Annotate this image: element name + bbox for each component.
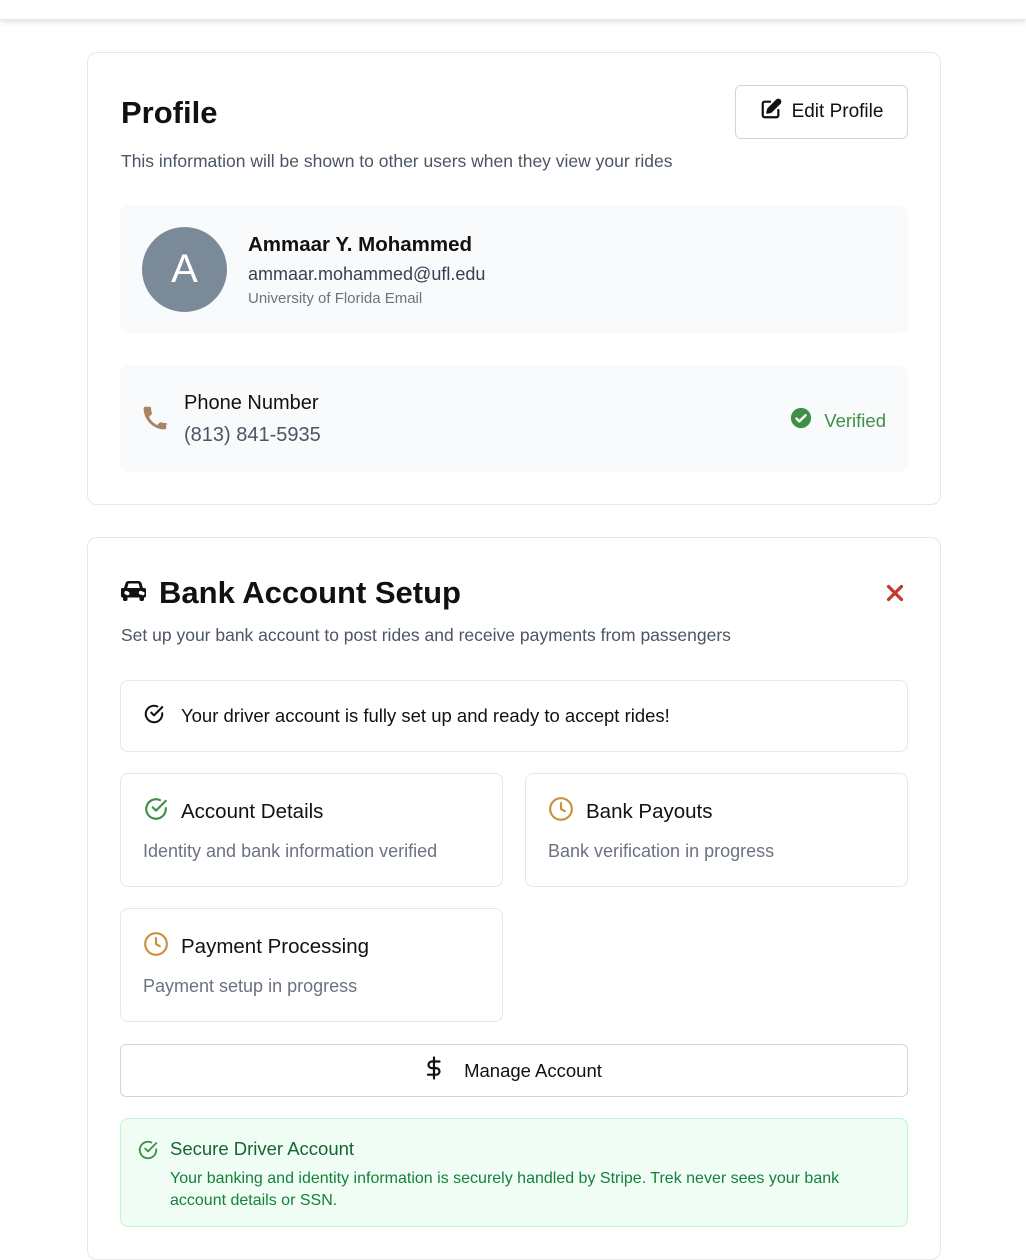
profile-card: Profile Edit Profile This information wi… bbox=[87, 52, 941, 505]
tile-title: Account Details bbox=[181, 800, 324, 823]
top-navigation-bar bbox=[0, 0, 1026, 20]
phone-label: Phone Number bbox=[184, 392, 319, 414]
secure-description: Your banking and identity information is… bbox=[170, 1170, 840, 1209]
user-email-label: University of Florida Email bbox=[248, 290, 423, 307]
check-circle-icon bbox=[790, 407, 812, 434]
user-email: ammaar.mohammed@ufl.edu bbox=[248, 264, 486, 284]
bank-title-row: Bank Account Setup bbox=[120, 575, 461, 611]
bank-payouts-tile: Bank Payouts Bank verification in progre… bbox=[525, 773, 908, 887]
edit-profile-button[interactable]: Edit Profile bbox=[735, 85, 908, 139]
bank-subtitle: Set up your bank account to post rides a… bbox=[121, 625, 731, 645]
profile-title: Profile bbox=[121, 95, 218, 130]
account-details-tile: Account Details Identity and bank inform… bbox=[120, 773, 503, 887]
check-circle-icon bbox=[143, 703, 165, 730]
account-ready-message: Your driver account is fully set up and … bbox=[181, 705, 670, 726]
tile-description: Identity and bank information verified bbox=[143, 841, 438, 861]
clock-icon bbox=[143, 931, 169, 963]
secure-account-notice: Secure Driver Account Your banking and i… bbox=[120, 1118, 908, 1227]
secure-title: Secure Driver Account bbox=[170, 1138, 355, 1159]
check-circle-icon bbox=[143, 796, 169, 828]
manage-account-button[interactable]: Manage Account bbox=[120, 1044, 908, 1097]
avatar: A bbox=[142, 227, 227, 312]
tile-description: Bank verification in progress bbox=[548, 841, 775, 861]
phone-icon bbox=[140, 403, 170, 438]
phone-value: (813) 841-5935 bbox=[184, 424, 321, 446]
verified-label: Verified bbox=[824, 409, 886, 431]
bank-account-card: Bank Account Setup Set up your bank acco… bbox=[87, 537, 941, 1260]
dollar-icon bbox=[426, 1056, 442, 1085]
verified-badge: Verified bbox=[790, 407, 886, 434]
phone-number-box: Phone Number (813) 841-5935 Verified bbox=[120, 365, 908, 472]
tile-title: Bank Payouts bbox=[586, 800, 713, 823]
payment-processing-tile: Payment Processing Payment setup in prog… bbox=[120, 908, 503, 1022]
account-ready-banner: Your driver account is fully set up and … bbox=[120, 680, 908, 752]
clock-icon bbox=[548, 796, 574, 828]
close-icon[interactable] bbox=[886, 584, 904, 607]
user-info-box: A Ammaar Y. Mohammed ammaar.mohammed@ufl… bbox=[120, 205, 908, 333]
tile-title: Payment Processing bbox=[181, 935, 370, 958]
tile-header: Account Details bbox=[143, 796, 323, 828]
edit-icon bbox=[760, 98, 782, 126]
check-circle-icon bbox=[137, 1139, 159, 1166]
car-icon bbox=[120, 580, 147, 607]
tile-header: Bank Payouts bbox=[548, 796, 713, 828]
edit-profile-label: Edit Profile bbox=[791, 101, 884, 122]
manage-account-label: Manage Account bbox=[464, 1059, 602, 1081]
tile-header: Payment Processing bbox=[143, 931, 369, 963]
tile-description: Payment setup in progress bbox=[143, 976, 358, 996]
profile-subtitle: This information will be shown to other … bbox=[121, 151, 673, 171]
user-name: Ammaar Y. Mohammed bbox=[248, 233, 473, 256]
bank-title: Bank Account Setup bbox=[159, 575, 461, 610]
